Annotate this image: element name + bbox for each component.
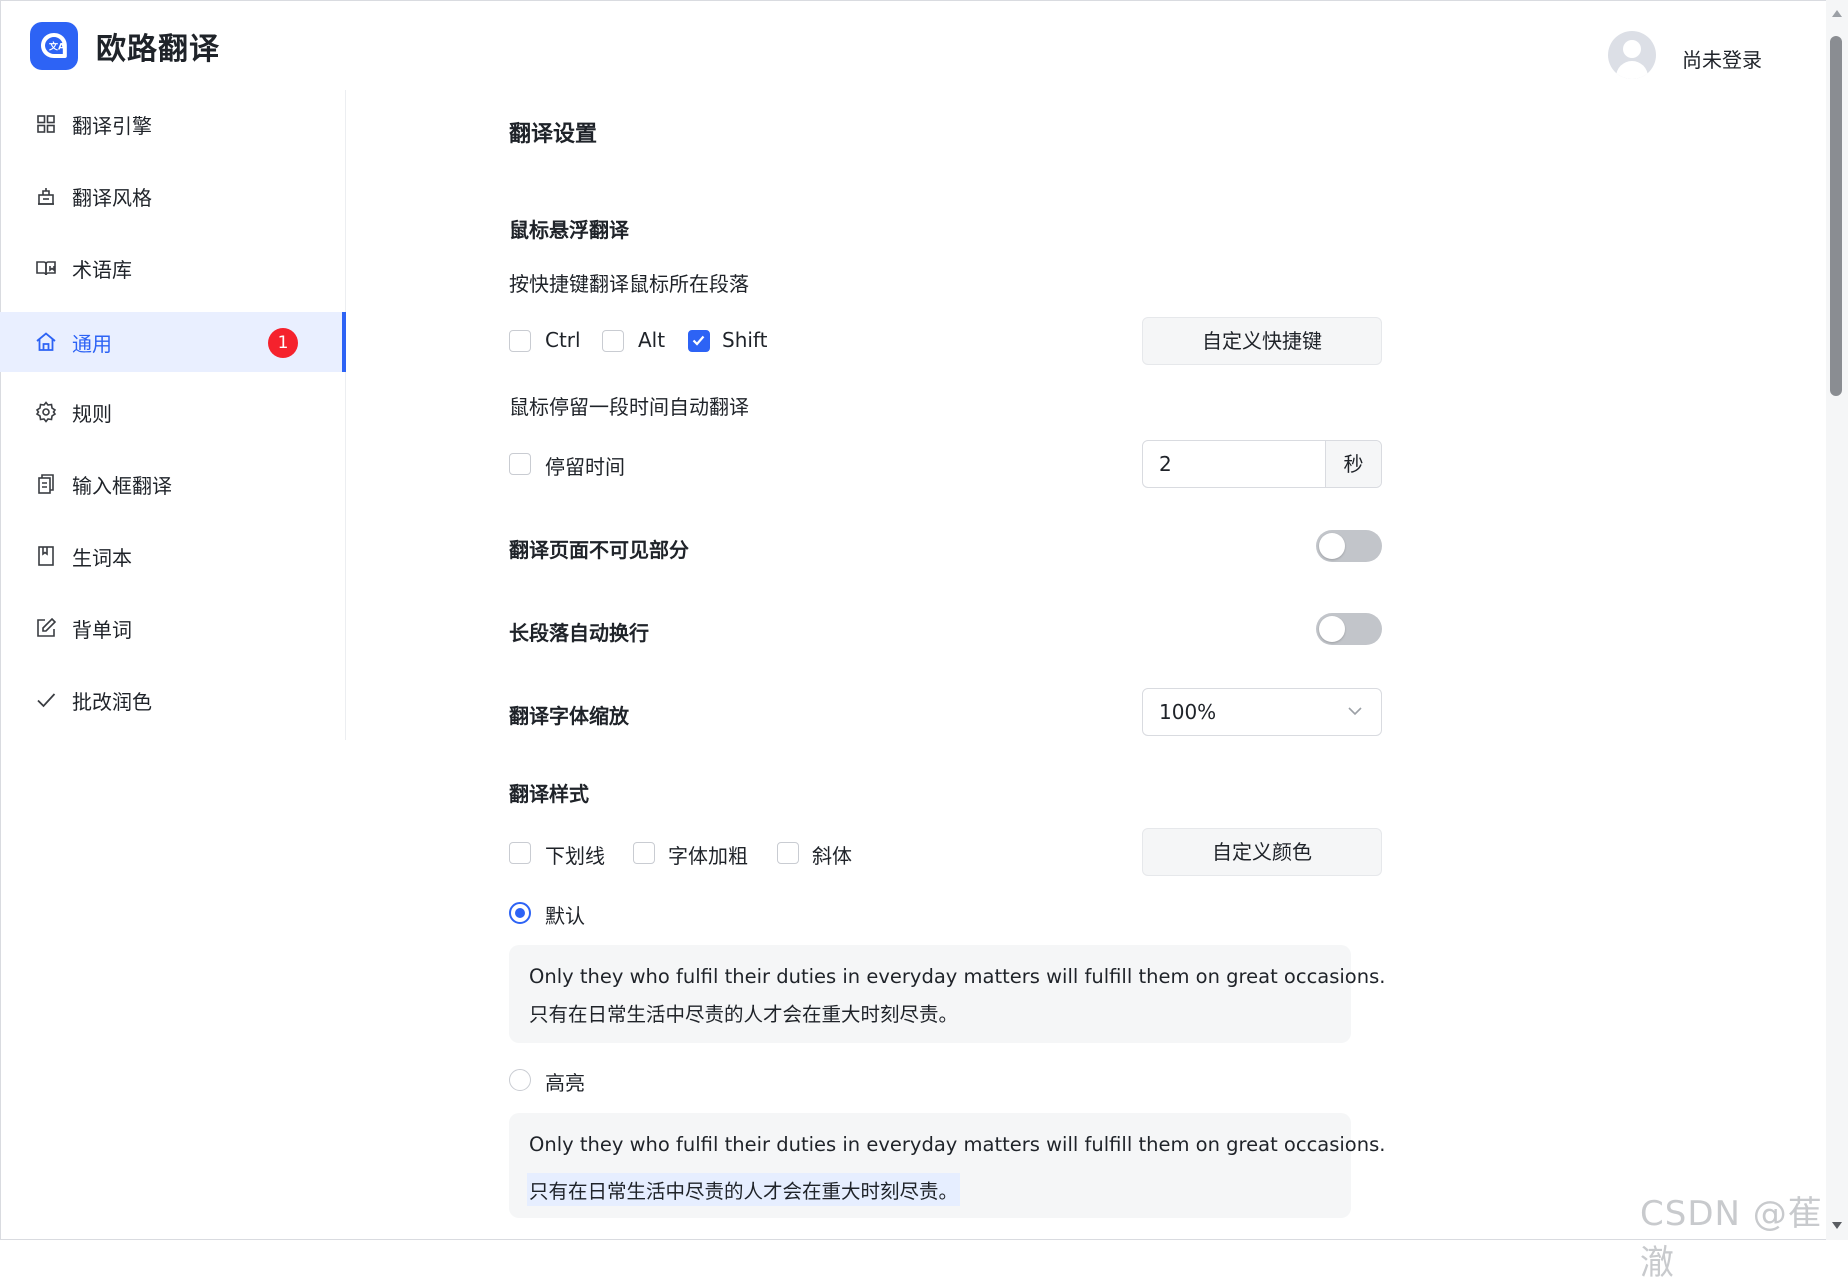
sidebar-item-general[interactable]: 通用 1 xyxy=(0,312,346,372)
auto-wrap-label: 长段落自动换行 xyxy=(509,621,649,645)
dwell-time-unit: 秒 xyxy=(1325,441,1381,487)
bold-label[interactable]: 字体加粗 xyxy=(668,840,748,869)
ctrl-label[interactable]: Ctrl xyxy=(545,328,581,352)
svg-text:文A: 文A xyxy=(48,41,65,53)
ctrl-checkbox[interactable] xyxy=(509,330,531,352)
scroll-up-arrow-icon[interactable] xyxy=(1832,10,1842,17)
gear-icon xyxy=(34,400,58,424)
highlight-style-label[interactable]: 高亮 xyxy=(545,1067,585,1096)
dwell-time-value[interactable]: 2 xyxy=(1159,452,1172,476)
alt-label[interactable]: Alt xyxy=(638,328,665,352)
watermark: CSDN @萑澈 xyxy=(1640,1194,1823,1283)
highlight-style-radio[interactable] xyxy=(509,1069,531,1091)
italic-checkbox[interactable] xyxy=(777,842,799,864)
app-logo-icon: 文A xyxy=(30,22,78,70)
clipboard-icon xyxy=(34,472,58,496)
sidebar-item-rules[interactable]: 规则 xyxy=(0,382,345,442)
sidebar-item-label: 生词本 xyxy=(72,546,132,570)
shift-checkbox[interactable] xyxy=(688,330,710,352)
book-open-icon xyxy=(34,256,58,280)
notebook-icon xyxy=(34,544,58,568)
sidebar-item-memorize-words[interactable]: 背单词 xyxy=(0,598,345,658)
notification-badge: 1 xyxy=(268,328,298,358)
translation-style-heading: 翻译样式 xyxy=(509,782,589,806)
alt-checkbox[interactable] xyxy=(602,330,624,352)
highlight-style-preview: Only they who fulfil their duties in eve… xyxy=(509,1113,1385,1218)
sidebar-item-label: 输入框翻译 xyxy=(72,474,172,498)
sidebar-item-label: 翻译引擎 xyxy=(72,114,152,138)
style-icon xyxy=(34,184,58,208)
app-title: 欧路翻译 xyxy=(96,32,220,67)
hover-translate-heading: 鼠标悬浮翻译 xyxy=(509,218,629,242)
sidebar-item-label: 背单词 xyxy=(72,618,132,642)
sidebar-item-label: 通用 xyxy=(72,332,112,356)
bold-checkbox[interactable] xyxy=(633,842,655,864)
sidebar-item-vocabulary[interactable]: 生词本 xyxy=(0,526,345,586)
dwell-description: 鼠标停留一段时间自动翻译 xyxy=(509,395,749,419)
preview-english-text: Only they who fulfil their duties in eve… xyxy=(529,1133,1386,1156)
chevron-down-icon xyxy=(1347,703,1363,723)
checkmark-icon xyxy=(692,335,705,346)
font-scale-select[interactable]: 100% xyxy=(1142,688,1382,736)
shortcut-description: 按快捷键翻译鼠标所在段落 xyxy=(509,272,749,296)
font-scale-value: 100% xyxy=(1159,700,1217,724)
scroll-thumb[interactable] xyxy=(1830,36,1842,396)
preview-chinese-highlighted-text: 只有在日常生活中尽责的人才会在重大时刻尽责。 xyxy=(527,1173,961,1206)
sidebar-item-label: 翻译风格 xyxy=(72,186,152,210)
sidebar-item-label: 批改润色 xyxy=(72,690,152,714)
shift-label[interactable]: Shift xyxy=(722,328,767,352)
page-title: 翻译设置 xyxy=(509,122,598,147)
invisible-part-toggle[interactable] xyxy=(1316,530,1382,562)
default-style-preview: Only they who fulfil their duties in eve… xyxy=(509,945,1385,1043)
sidebar-item-label: 术语库 xyxy=(72,258,132,282)
sidebar: 翻译引擎 翻译风格 术语库 通用 1 规则 输入框翻译 生词本 背单词 批改润色 xyxy=(0,90,346,740)
home-icon xyxy=(34,330,58,354)
dwell-time-input[interactable]: 2 秒 xyxy=(1142,440,1382,488)
login-status[interactable]: 尚未登录 xyxy=(1682,44,1762,73)
active-indicator xyxy=(342,312,346,372)
invisible-part-label: 翻译页面不可见部分 xyxy=(509,538,689,562)
sidebar-item-label: 规则 xyxy=(72,402,112,426)
auto-wrap-toggle[interactable] xyxy=(1316,613,1382,645)
default-style-label[interactable]: 默认 xyxy=(545,900,585,929)
preview-chinese-text: 只有在日常生活中尽责的人才会在重大时刻尽责。 xyxy=(529,1003,959,1026)
custom-shortcut-button[interactable]: 自定义快捷键 xyxy=(1142,317,1382,365)
sidebar-item-translation-style[interactable]: 翻译风格 xyxy=(0,166,345,226)
underline-label[interactable]: 下划线 xyxy=(545,840,605,869)
default-style-radio[interactable] xyxy=(509,902,531,924)
underline-checkbox[interactable] xyxy=(509,842,531,864)
sidebar-item-glossary[interactable]: 术语库 xyxy=(0,238,345,298)
grid-icon xyxy=(34,112,58,136)
sidebar-item-proofread[interactable]: 批改润色 xyxy=(0,670,345,730)
edit-icon xyxy=(34,616,58,640)
preview-english-text: Only they who fulfil their duties in eve… xyxy=(529,965,1386,988)
dwell-label[interactable]: 停留时间 xyxy=(545,451,625,480)
font-scale-label: 翻译字体缩放 xyxy=(509,704,629,728)
check-icon xyxy=(34,688,58,712)
sidebar-item-input-translation[interactable]: 输入框翻译 xyxy=(0,454,345,514)
custom-color-button[interactable]: 自定义颜色 xyxy=(1142,828,1382,876)
italic-label[interactable]: 斜体 xyxy=(812,840,852,869)
sidebar-item-translation-engine[interactable]: 翻译引擎 xyxy=(0,94,345,154)
avatar[interactable] xyxy=(1608,31,1656,79)
dwell-checkbox[interactable] xyxy=(509,453,531,475)
